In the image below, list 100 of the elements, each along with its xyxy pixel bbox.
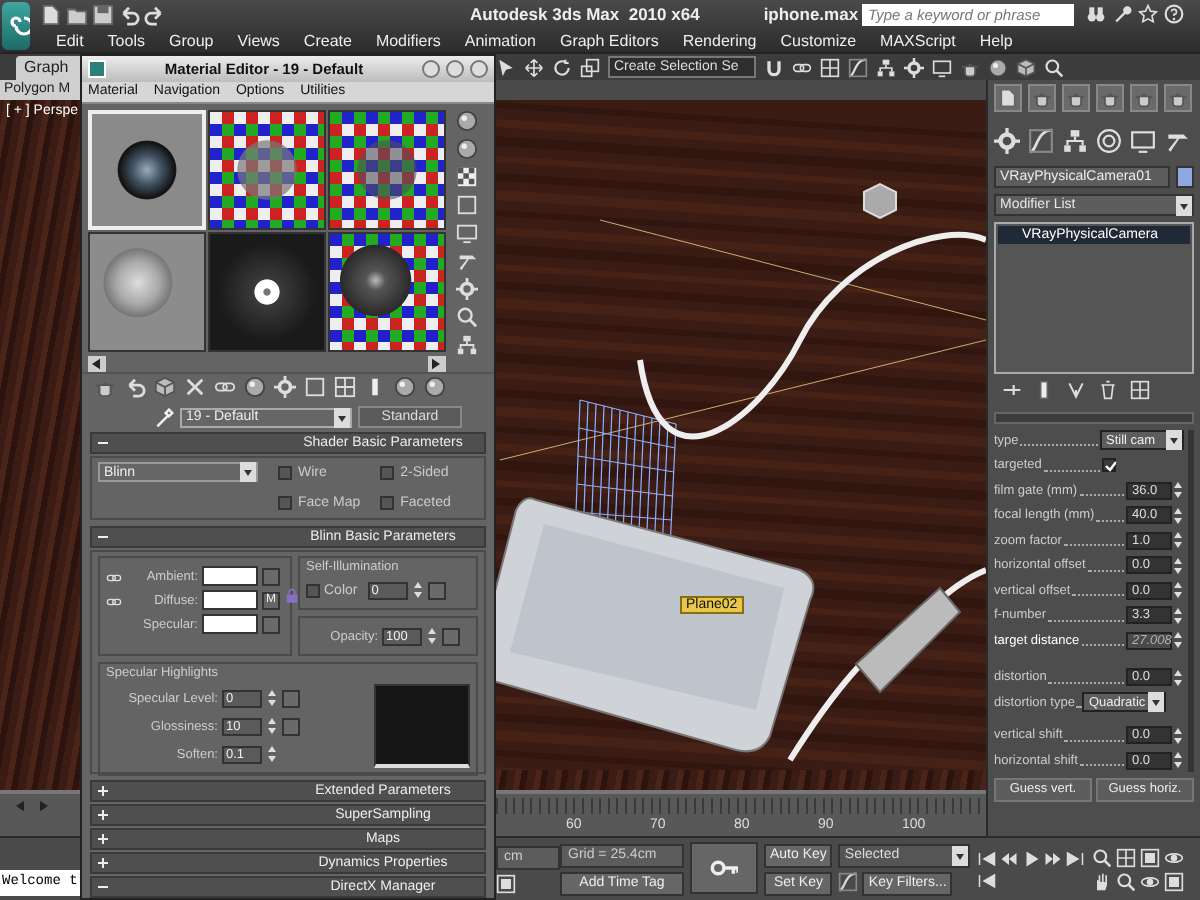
menu-item[interactable]: Views (237, 31, 280, 49)
spinner-arrows-icon[interactable] (1172, 605, 1184, 626)
left-arrow-icon[interactable] (88, 355, 104, 372)
app-logo[interactable] (2, 2, 30, 50)
orbit-icon[interactable] (1164, 847, 1185, 867)
curve-icon[interactable] (848, 57, 868, 77)
previous-frame-icon[interactable] (1000, 849, 1019, 867)
toolbar-button[interactable] (1164, 84, 1192, 112)
menu-item[interactable]: Customize (780, 31, 857, 49)
grid-icon[interactable] (334, 376, 356, 399)
sphere-icon[interactable] (394, 376, 416, 399)
monitor-icon[interactable] (932, 57, 952, 77)
hand-icon[interactable] (1092, 871, 1113, 891)
spinner-arrows-icon[interactable] (1172, 725, 1184, 746)
checkbox[interactable] (306, 583, 320, 597)
curve-icon[interactable] (838, 871, 859, 891)
folder-icon[interactable] (66, 3, 88, 25)
menu-item[interactable]: Create (303, 31, 352, 49)
sphere-icon[interactable] (244, 376, 266, 399)
gear-icon[interactable] (456, 277, 478, 300)
spinner-arrows-icon[interactable] (1172, 580, 1184, 601)
sphere-icon[interactable] (424, 376, 446, 399)
checker-icon[interactable] (456, 165, 478, 188)
sphere-icon[interactable] (456, 109, 478, 132)
checkbox[interactable] (380, 466, 395, 481)
grid-icon[interactable] (1130, 380, 1150, 400)
object-color-swatch[interactable] (1176, 166, 1194, 188)
document-icon[interactable] (40, 3, 62, 25)
set-key-mode-button[interactable] (690, 842, 758, 894)
menu-item[interactable]: Modifiers (375, 31, 441, 49)
spinner-arrows-icon[interactable] (1172, 630, 1184, 651)
square-icon[interactable] (456, 193, 478, 216)
spinner-arrows-icon[interactable] (1172, 667, 1184, 688)
toolbar-button[interactable] (994, 84, 1022, 112)
toolbar-button[interactable] (1062, 84, 1090, 112)
hierarchy-icon[interactable] (456, 333, 478, 356)
toolbar-button[interactable] (1096, 84, 1124, 112)
go-to-end-icon[interactable] (1066, 849, 1085, 867)
material-sample-slot[interactable] (208, 231, 326, 352)
maximize-button[interactable] (446, 59, 464, 78)
play-icon[interactable] (1022, 849, 1041, 867)
move-icon[interactable] (524, 57, 544, 77)
hierarchy-icon[interactable] (1062, 128, 1088, 154)
spinner-arrows-icon[interactable] (1172, 530, 1184, 551)
sphere-icon[interactable] (456, 137, 478, 160)
cursor-arrow-icon[interactable] (496, 57, 516, 77)
next-frame-icon[interactable] (1044, 849, 1063, 867)
material-sample-slot[interactable] (328, 231, 446, 352)
spinner-arrows-icon[interactable] (1172, 555, 1184, 576)
menu-item[interactable]: Tools (107, 31, 145, 49)
menu-item[interactable]: Graph Editors (559, 31, 659, 49)
binoculars-icon[interactable] (1086, 4, 1107, 24)
toolbar-button[interactable] (1130, 84, 1158, 112)
close-button[interactable] (470, 59, 488, 78)
bin-icon[interactable] (1098, 380, 1118, 400)
rotate-icon[interactable] (552, 57, 572, 77)
material-sample-slot[interactable] (328, 109, 446, 230)
undo-icon[interactable] (118, 3, 140, 25)
square-icon[interactable] (304, 376, 326, 399)
go-to-start-icon[interactable] (978, 849, 997, 867)
grid-icon[interactable] (820, 57, 840, 77)
spinner-arrows-icon[interactable] (411, 580, 424, 600)
gear-icon[interactable] (274, 376, 296, 399)
eyedropper-icon[interactable] (154, 407, 174, 428)
vertical-bar-icon[interactable] (1034, 380, 1054, 400)
gear-icon[interactable] (994, 128, 1020, 154)
scale-icon[interactable] (580, 57, 600, 77)
magnifier-icon[interactable] (1044, 57, 1064, 77)
redo-icon[interactable] (144, 3, 166, 25)
menu-item[interactable]: Rendering (682, 31, 757, 49)
sphere-icon[interactable] (988, 57, 1008, 77)
cube-icon[interactable] (1016, 57, 1036, 77)
magnifier-icon[interactable] (1092, 847, 1113, 867)
right-arrow-icon[interactable] (428, 355, 444, 372)
spinner-arrows-icon[interactable] (1172, 505, 1184, 526)
material-sample-slot[interactable] (208, 109, 326, 230)
toolbar-button[interactable] (1028, 84, 1056, 112)
spinner-arrows-icon[interactable] (266, 744, 278, 764)
teapot-icon[interactable] (94, 376, 116, 399)
magnifier-icon[interactable] (456, 305, 478, 328)
spinner-arrows-icon[interactable] (266, 716, 278, 736)
orbit-icon[interactable] (1140, 871, 1161, 891)
monitor-icon[interactable] (1130, 128, 1156, 154)
cube-icon[interactable] (154, 376, 176, 399)
color-swatch[interactable] (202, 614, 258, 634)
grid-icon[interactable] (1116, 847, 1137, 867)
spinner-arrows-icon[interactable] (426, 626, 438, 646)
menu-item[interactable]: MAXScript (880, 31, 956, 49)
checkbox[interactable] (380, 495, 395, 510)
spinner-arrows-icon[interactable] (1172, 480, 1184, 501)
color-swatch[interactable] (202, 566, 258, 586)
go-to-start-icon[interactable] (978, 871, 997, 889)
minimize-button[interactable] (422, 59, 440, 78)
gear-icon[interactable] (904, 57, 924, 77)
menu-item[interactable]: Animation (464, 31, 536, 49)
maximize-viewport-icon[interactable] (1164, 871, 1185, 891)
maximize-viewport-icon[interactable] (1140, 847, 1161, 867)
magnet-icon[interactable] (764, 57, 784, 77)
help-icon[interactable] (1164, 4, 1185, 24)
magnifier-icon[interactable] (1116, 871, 1137, 891)
